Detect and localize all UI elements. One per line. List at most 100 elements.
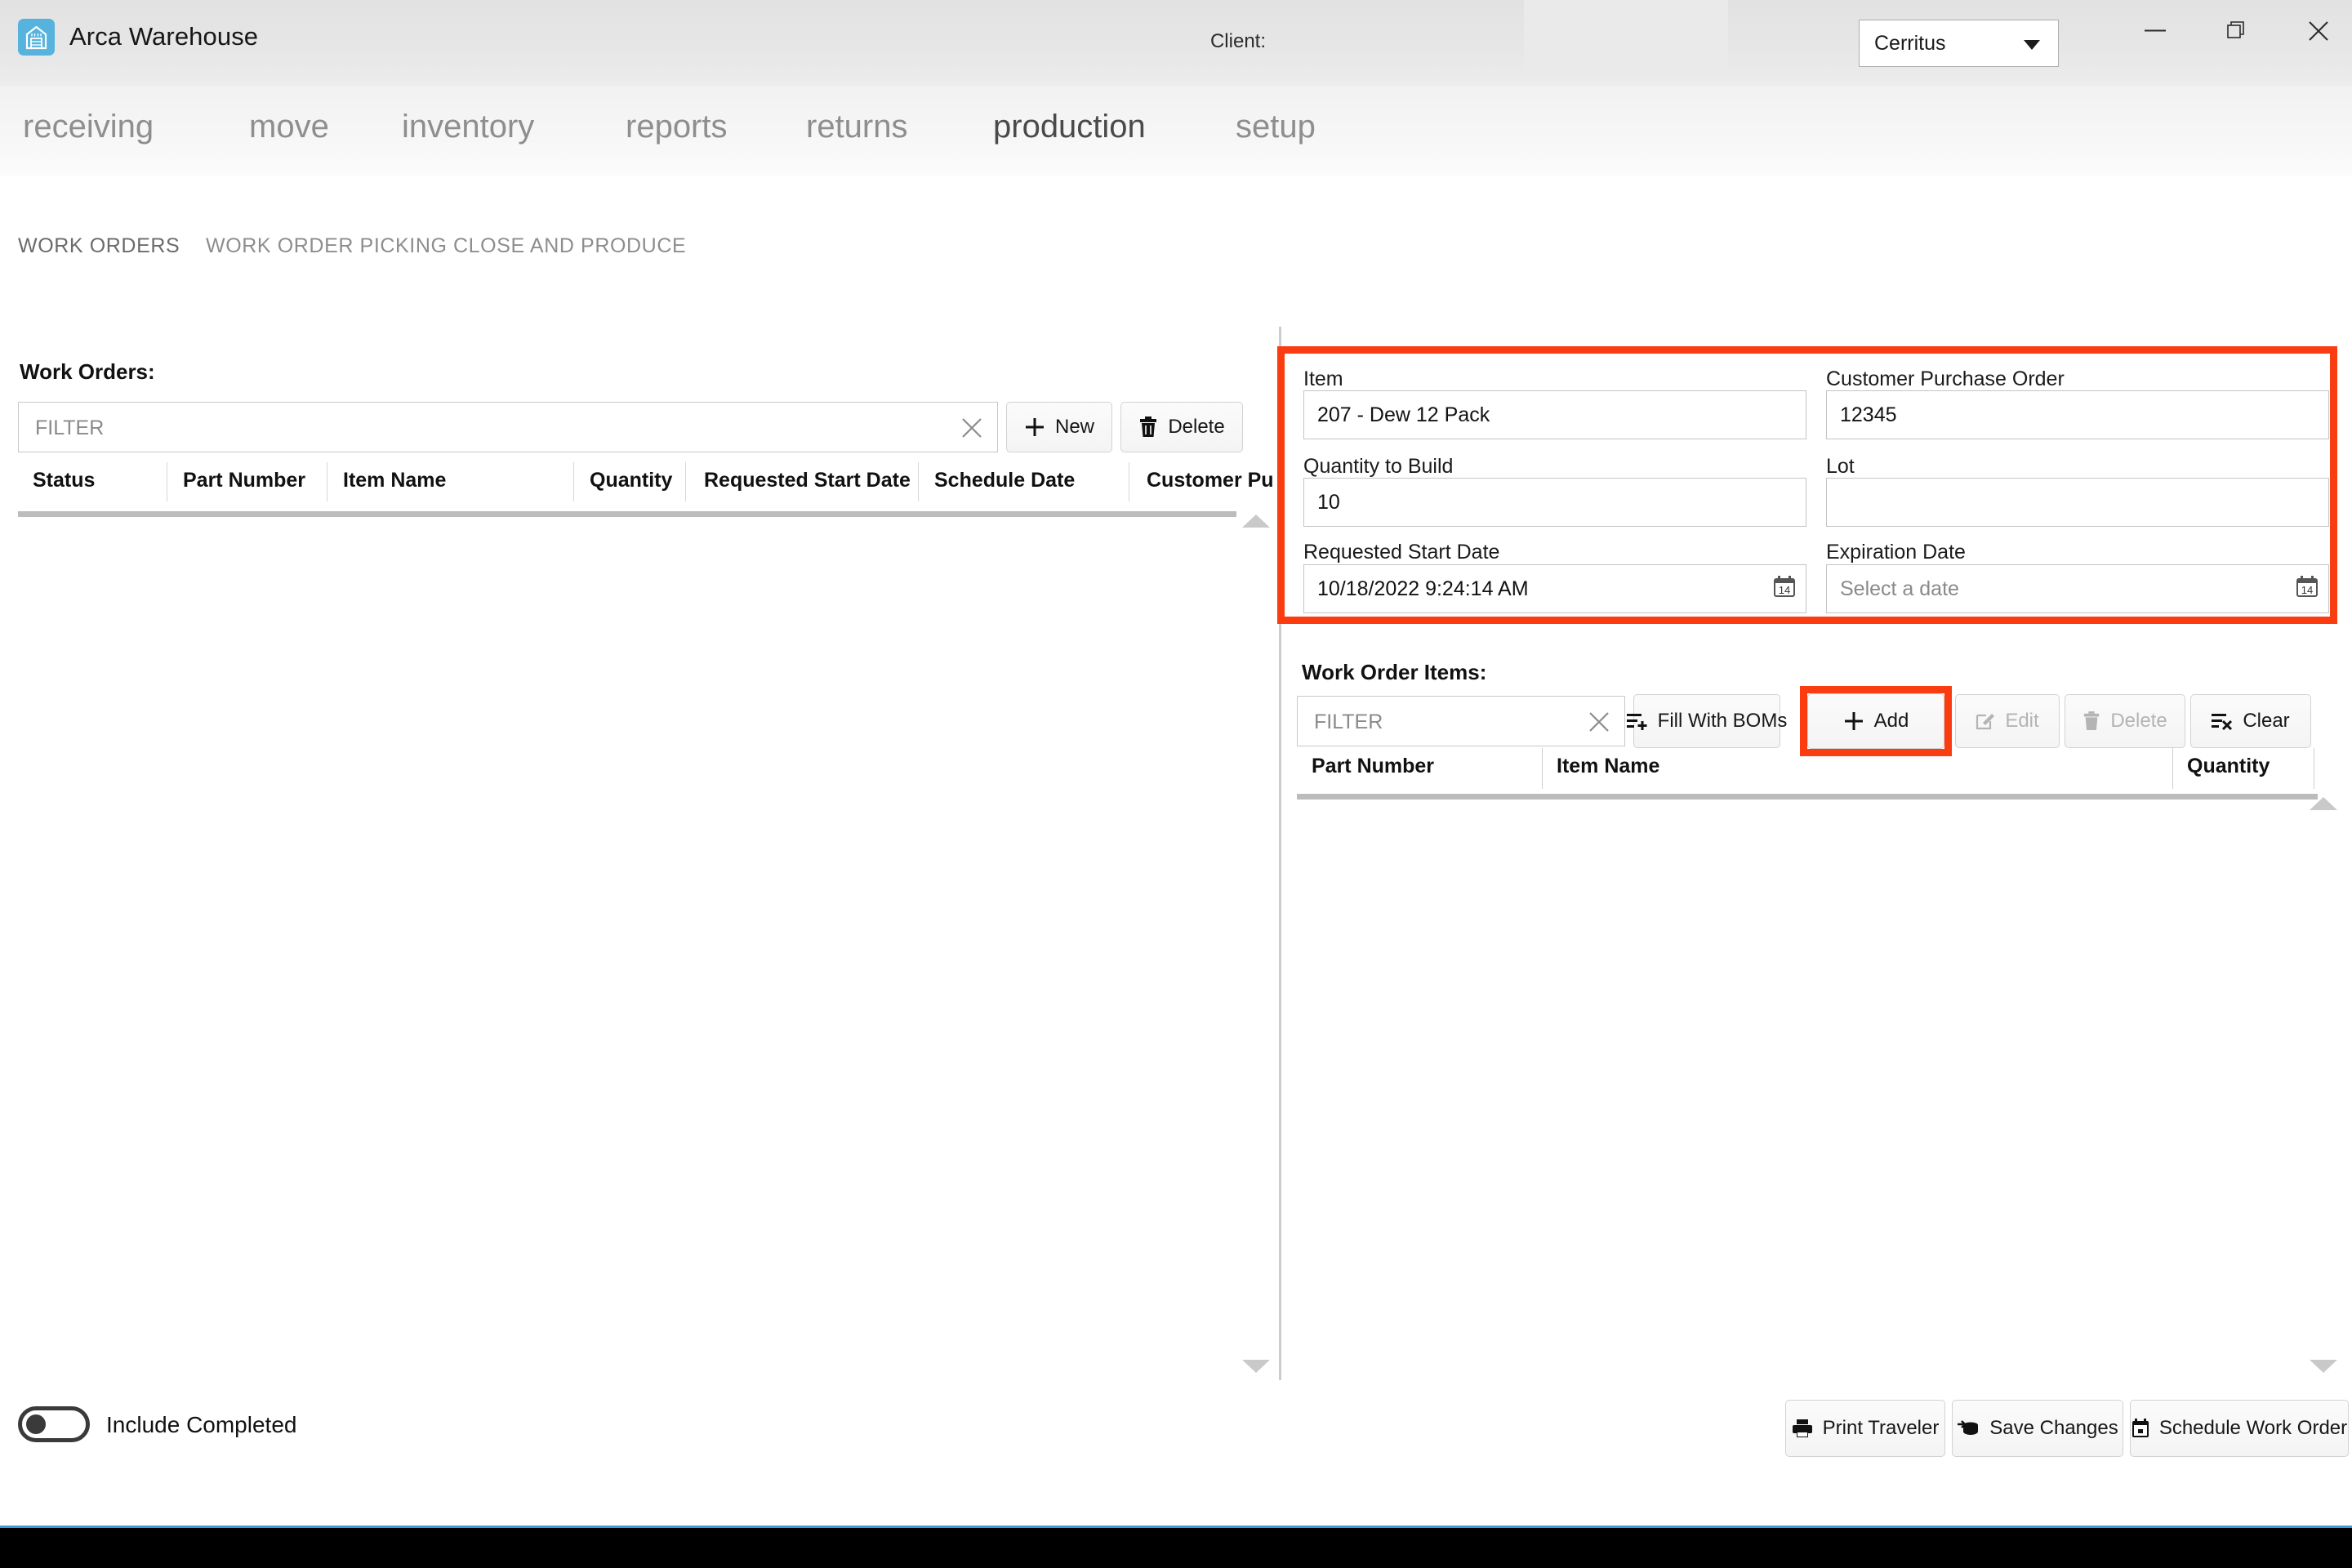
new-button-label: New	[1054, 416, 1094, 438]
wo-column-header[interactable]: Schedule Date	[934, 469, 1075, 492]
lot-label: Lot	[1826, 455, 1855, 478]
column-separator	[2172, 748, 2173, 789]
nav-item-production[interactable]: production	[993, 109, 1146, 145]
work-order-items-header-rule	[1297, 794, 2318, 800]
minimize-button[interactable]	[2123, 8, 2187, 54]
wo-column-header[interactable]: Status	[33, 469, 95, 492]
warehouse-icon	[18, 19, 55, 56]
work-orders-header-rule	[18, 511, 1236, 517]
work-order-items-scroll-up-arrow[interactable]	[2310, 797, 2337, 810]
column-separator	[685, 462, 686, 501]
tab-work-orders[interactable]: WORK ORDERS	[18, 234, 180, 258]
quantity-to-build-input[interactable]: 10	[1303, 478, 1806, 527]
tab-close-and-produce[interactable]: CLOSE AND PRODUCE	[453, 234, 686, 258]
calendar-icon[interactable]: 14	[2296, 575, 2319, 602]
printer-icon	[1792, 1419, 1813, 1438]
title-bar: Arca Warehouse Client: Cerritus	[0, 0, 2352, 86]
work-order-items-filter-input[interactable]: FILTER	[1297, 696, 1625, 746]
work-orders-filter-placeholder: FILTER	[35, 416, 105, 439]
plus-icon	[1024, 416, 1045, 438]
close-button[interactable]	[2287, 8, 2350, 54]
work-orders-scroll-down-arrow[interactable]	[1242, 1360, 1270, 1373]
client-select-value: Cerritus	[1874, 32, 1946, 55]
include-completed-toggle[interactable]	[18, 1406, 90, 1442]
svg-text:14: 14	[2301, 584, 2313, 596]
nav-item-move[interactable]: move	[249, 109, 329, 145]
customer-purchase-order-input[interactable]: 12345	[1826, 390, 2329, 439]
edit-button-label: Edit	[2005, 710, 2039, 732]
items-delete-button-label: Delete	[2110, 710, 2167, 732]
clear-button[interactable]: Clear	[2190, 694, 2311, 748]
nav-item-receiving[interactable]: receiving	[23, 109, 154, 145]
expiration-date-input[interactable]: Select a date 14	[1826, 564, 2329, 613]
close-x-icon[interactable]	[960, 416, 984, 444]
requested-start-date-value: 10/18/2022 9:24:14 AM	[1317, 577, 1529, 600]
item-value: 207 - Dew 12 Pack	[1317, 403, 1490, 426]
wo-column-header[interactable]: Item Name	[343, 469, 446, 492]
client-select[interactable]: Cerritus	[1859, 20, 2059, 67]
wo-column-header[interactable]: Part Number	[183, 469, 305, 492]
svg-text:14: 14	[1779, 584, 1790, 596]
save-changes-button[interactable]: Save Changes	[1952, 1400, 2123, 1457]
calendar-icon[interactable]: 14	[1773, 575, 1796, 602]
column-separator	[1542, 748, 1543, 789]
delete-button[interactable]: Delete	[1120, 402, 1243, 452]
new-button[interactable]: New	[1006, 402, 1112, 452]
work-orders-filter-input[interactable]: FILTER	[18, 402, 998, 452]
work-orders-scroll-up-arrow[interactable]	[1242, 514, 1270, 528]
work-order-items-section-label: Work Order Items:	[1302, 660, 1487, 684]
edit-pencil-icon	[1976, 711, 1995, 731]
fill-with-boms-label: Fill With BOMs	[1657, 710, 1788, 732]
delete-button-label: Delete	[1168, 416, 1225, 438]
wi-column-header[interactable]: Part Number	[1312, 755, 1434, 778]
trash-icon	[2082, 711, 2100, 731]
include-completed-label: Include Completed	[106, 1412, 297, 1437]
print-traveler-button[interactable]: Print Traveler	[1785, 1400, 1945, 1457]
quantity-to-build-value: 10	[1317, 491, 1340, 514]
wo-column-header[interactable]: Quantity	[590, 469, 672, 492]
schedule-work-order-button[interactable]: Schedule Work Order	[2130, 1400, 2349, 1457]
trash-icon	[1138, 416, 1158, 438]
expiration-date-label: Expiration Date	[1826, 541, 1966, 564]
calendar-icon	[2132, 1419, 2149, 1438]
wi-column-header[interactable]: Quantity	[2187, 755, 2270, 778]
list-plus-icon	[1626, 711, 1648, 731]
fill-with-boms-button[interactable]: Fill With BOMs	[1626, 694, 1787, 748]
work-orders-table-header: Status Part Number Item Name Quantity Reques…	[18, 457, 1274, 508]
print-traveler-label: Print Traveler	[1822, 1417, 1940, 1439]
edit-button[interactable]: Edit	[1955, 694, 2060, 748]
work-order-items-table-header: Part Number Item Name Quantity	[1297, 743, 2318, 794]
tab-work-order-picking[interactable]: WORK ORDER PICKING	[206, 234, 448, 258]
column-separator	[573, 462, 574, 501]
schedule-work-order-label: Schedule Work Order	[2158, 1417, 2348, 1439]
client-label: Client:	[1209, 30, 1266, 52]
close-x-icon[interactable]	[1587, 710, 1611, 738]
main-navigation: receiving move inventory reports returns prod…	[0, 86, 2352, 176]
wi-column-header[interactable]: Item Name	[1557, 755, 1659, 778]
work-order-items-filter-placeholder: FILTER	[1314, 710, 1383, 733]
plus-icon	[1843, 710, 1864, 732]
nav-item-inventory[interactable]: inventory	[402, 109, 534, 145]
bottom-black-bar	[0, 1528, 2352, 1568]
customer-purchase-order-label: Customer Purchase Order	[1826, 368, 2065, 390]
save-changes-label: Save Changes	[1989, 1417, 2118, 1439]
work-order-items-scroll-down-arrow[interactable]	[2310, 1360, 2337, 1373]
nav-item-returns[interactable]: returns	[806, 109, 908, 145]
item-input[interactable]: 207 - Dew 12 Pack	[1303, 390, 1806, 439]
lot-input[interactable]	[1826, 478, 2329, 527]
column-separator	[918, 462, 919, 501]
nav-item-setup[interactable]: setup	[1236, 109, 1316, 145]
add-button[interactable]: Add	[1807, 693, 1944, 749]
add-button-label: Add	[1873, 710, 1909, 732]
save-database-icon	[1957, 1419, 1980, 1438]
wo-column-header[interactable]: Requested Start Date	[704, 469, 911, 492]
requested-start-date-input[interactable]: 10/18/2022 9:24:14 AM 14	[1303, 564, 1806, 613]
requested-start-date-label: Requested Start Date	[1303, 541, 1500, 564]
maximize-button[interactable]	[2205, 8, 2269, 54]
list-x-icon	[2212, 711, 2233, 731]
clear-button-label: Clear	[2243, 710, 2290, 732]
wo-column-header[interactable]: Customer Pu	[1147, 469, 1274, 492]
customer-purchase-order-value: 12345	[1840, 403, 1897, 426]
nav-item-reports[interactable]: reports	[626, 109, 728, 145]
items-delete-button[interactable]: Delete	[2065, 694, 2185, 748]
